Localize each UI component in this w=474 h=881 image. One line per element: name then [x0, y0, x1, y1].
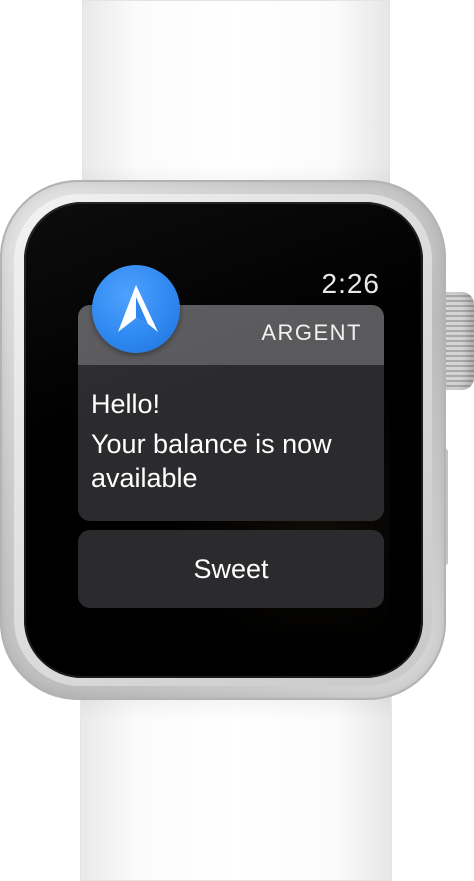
notification-title: Hello!: [91, 389, 161, 419]
watch-screen: 2:26 ARGENT Hello! Your balance is now a…: [74, 250, 390, 632]
notification-body[interactable]: Hello! Your balance is now available: [78, 365, 384, 521]
app-name-label: ARGENT: [261, 320, 362, 345]
notification-message: Your balance is now available: [91, 429, 332, 493]
status-time: 2:26: [321, 268, 380, 299]
sweet-button[interactable]: Sweet: [78, 530, 384, 608]
argent-logo-icon: [92, 265, 180, 353]
